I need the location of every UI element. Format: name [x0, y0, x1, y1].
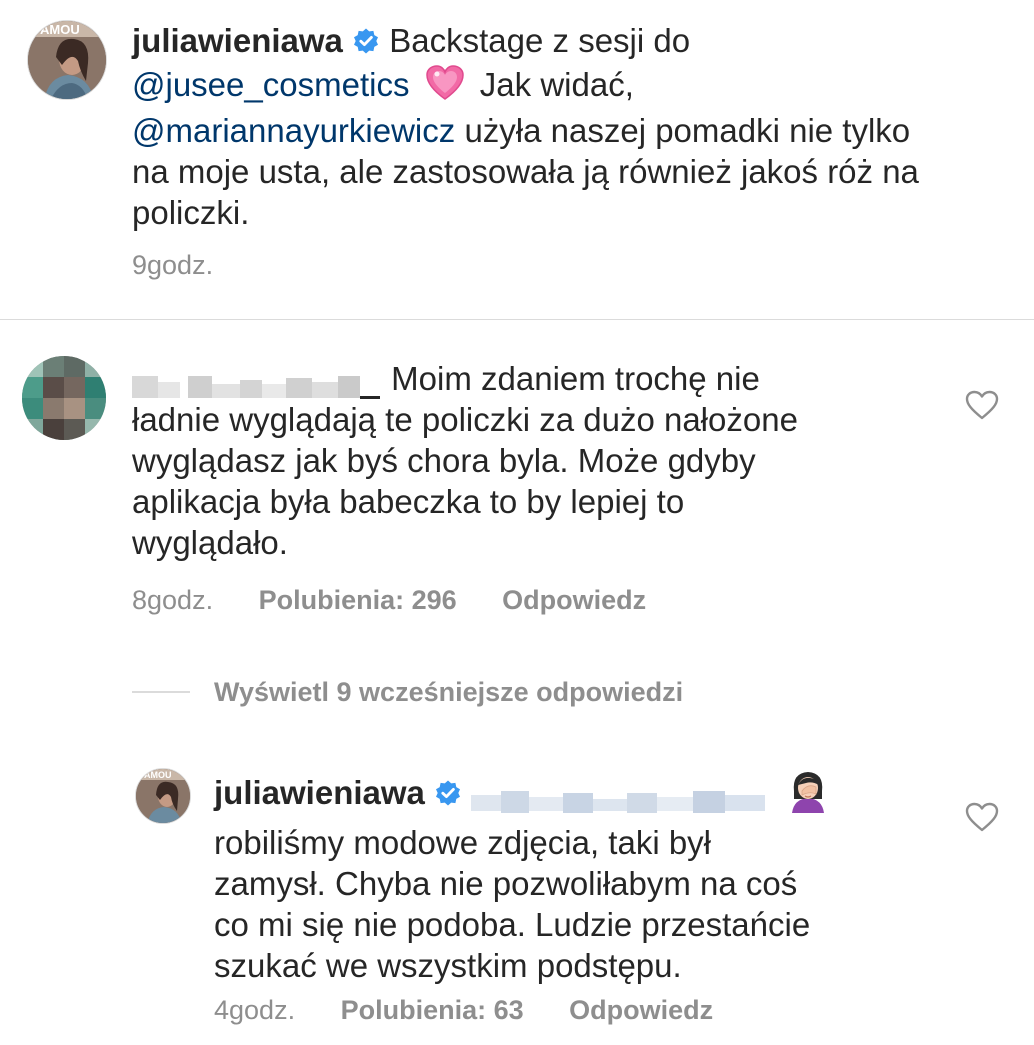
blurred-username[interactable]: [132, 368, 382, 400]
caption-text: juliawieniawa Backstage z sesji do @juse…: [132, 20, 1022, 233]
reply-1-timestamp: 4godz.: [214, 995, 296, 1025]
reply-1-reply-button[interactable]: Odpowiedz: [569, 995, 713, 1025]
comment-1-body: Moim zdaniem trochę nie ładnie wyglądają…: [132, 358, 932, 563]
mention-link[interactable]: @mariannayurkiewicz: [132, 112, 455, 149]
caption-line-3: @mariannayurkiewicz użyła naszej pomadki…: [132, 110, 1022, 151]
reply-avatar[interactable]: AMOU: [135, 768, 191, 824]
reply-1-line-2: zamysł. Chyba nie pozwoliłabym na coś: [214, 865, 798, 902]
caption-line-4: na moje usta, ale zastosowała ją również…: [132, 152, 919, 190]
svg-text:AMOU: AMOU: [40, 22, 80, 37]
comment-1-timestamp: 8godz.: [132, 585, 214, 615]
comment-1-meta: 8godz. Polubienia: 296 Odpowiedz: [132, 585, 646, 616]
commenter-avatar[interactable]: [22, 356, 106, 440]
caption-timestamp: 9godz.: [132, 250, 214, 280]
heart-outline-icon[interactable]: [965, 390, 999, 425]
view-replies-line: [132, 691, 190, 693]
reply-username[interactable]: juliawieniawa: [214, 774, 425, 811]
comment-1-line-1: Moim zdaniem trochę nie: [132, 358, 932, 400]
caption-divider: [0, 319, 1034, 320]
view-replies-button[interactable]: Wyświetl 9 wcześniejsze odpowiedzi: [214, 677, 683, 708]
caption-text-segment: Backstage z sesji do: [389, 22, 691, 59]
reply-1-line-1: robiliśmy modowe zdjęcia, taki był: [214, 824, 712, 861]
comment-1-line-2: ładnie wyglądają te policzki za dużo nał…: [132, 401, 798, 438]
caption-text-segment: Jak widać,: [479, 65, 634, 103]
facepalm-emoji: [786, 769, 830, 822]
reply-1-line-3: co mi się nie podoba. Ludzie przestańcie: [214, 906, 811, 943]
reply-1-line-4: szukać we wszystkim podstępu.: [214, 947, 682, 984]
caption-avatar[interactable]: AMOU: [27, 20, 107, 100]
comment-text-segment: Moim zdaniem trochę nie: [391, 360, 760, 397]
blurred-mention[interactable]: [471, 783, 767, 813]
comment-1-reply-button[interactable]: Odpowiedz: [502, 585, 646, 615]
caption-text-segment: użyła naszej pomadki nie tylko: [464, 111, 911, 149]
reply-1-likes[interactable]: Polubienia: 63: [341, 995, 524, 1025]
mention-link[interactable]: @jusee_cosmetics: [132, 66, 409, 103]
sparkling-heart-emoji: [425, 64, 465, 110]
verified-badge-icon: [352, 23, 380, 64]
comment-1-line-3: wyglądasz jak byś chora byla. Może gdyby: [132, 442, 756, 479]
avatar-image: AMOU: [136, 769, 190, 823]
reply-1-meta: 4godz. Polubienia: 63 Odpowiedz: [214, 995, 713, 1026]
reply-1-body: juliawieniawa robiliśmy modowe zdjęcia, …: [214, 769, 934, 986]
reply-1-line-0: juliawieniawa: [214, 769, 934, 822]
avatar-image: AMOU: [28, 21, 106, 99]
svg-text:AMOU: AMOU: [144, 770, 172, 780]
verified-badge-icon: [434, 775, 462, 816]
caption-line-5: policzki.: [132, 193, 250, 231]
pixelated-avatar-image: [22, 356, 106, 440]
caption-username[interactable]: juliawieniawa: [132, 22, 343, 59]
caption-line-2: @jusee_cosmetics Jak widać,: [132, 64, 1022, 110]
comment-1-line-5: wyglądało.: [132, 524, 288, 561]
heart-outline-icon[interactable]: [965, 802, 999, 837]
comment-1-likes[interactable]: Polubienia: 296: [259, 585, 457, 615]
comment-1-line-4: aplikacja była babeczka to by lepiej to: [132, 483, 685, 520]
caption-line-1: juliawieniawa Backstage z sesji do: [132, 20, 1022, 64]
